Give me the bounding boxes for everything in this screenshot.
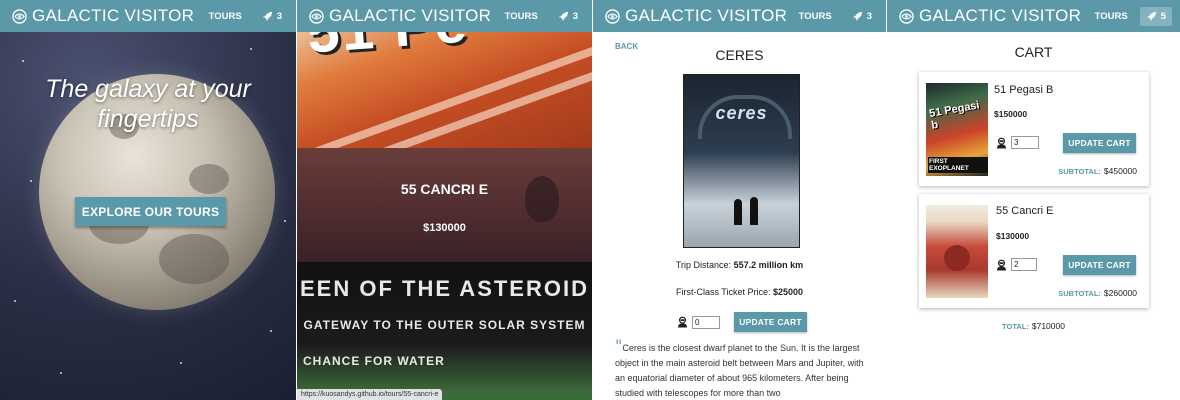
hero-headline: The galaxy at your fingertips bbox=[45, 75, 251, 133]
brand[interactable]: GALACTIC VISITOR bbox=[605, 6, 787, 26]
nav-tours-link[interactable]: TOURS bbox=[209, 11, 242, 22]
update-cart-button[interactable]: UPDATE CART bbox=[1063, 255, 1136, 275]
nav-cart-button[interactable]: 3 bbox=[852, 11, 872, 22]
tour-poster-image: ceres bbox=[683, 74, 800, 248]
item-subtotal: SUBTOTAL: $260000 bbox=[1058, 288, 1137, 298]
tours-panel: GALACTIC VISITOR TOURS 3 51 Pe 55 CANCRI… bbox=[297, 0, 592, 400]
cart-item: 55 Cancri E $130000 2 UPDATE CART SUBTOT… bbox=[919, 194, 1149, 308]
tour-description: "Ceres is the closest dwarf planet to th… bbox=[615, 336, 864, 399]
galaxy-logo-icon bbox=[899, 8, 914, 24]
brand-name: GALACTIC VISITOR bbox=[919, 6, 1082, 25]
nav-tours-link[interactable]: TOURS bbox=[799, 11, 832, 22]
cart-total: TOTAL: $710000 bbox=[1002, 321, 1065, 331]
quantity-input[interactable]: 0 bbox=[692, 315, 720, 329]
navbar: GALACTIC VISITOR TOURS 5 bbox=[887, 0, 1180, 32]
rocket-icon bbox=[558, 11, 568, 21]
rocket-icon bbox=[1146, 11, 1156, 21]
item-thumbnail bbox=[926, 205, 988, 298]
astronaut-icon bbox=[677, 316, 688, 328]
brand[interactable]: GALACTIC VISITOR bbox=[899, 6, 1081, 26]
thumbnail-text: 51 Pegasi b bbox=[928, 99, 981, 132]
brand-name: GALACTIC VISITOR bbox=[32, 6, 195, 25]
item-name: 51 Pegasi B bbox=[994, 84, 1054, 96]
poster-line: GATEWAY TO THE OUTER SOLAR SYSTEM bbox=[303, 318, 586, 332]
poster-title: ceres bbox=[715, 103, 768, 123]
brand-name: GALACTIC VISITOR bbox=[625, 6, 788, 25]
status-bar-url: https://kuosandys.github.io/tours/55-can… bbox=[297, 389, 443, 400]
quantity-row: 0 UPDATE CART bbox=[677, 312, 807, 332]
cart-panel: GALACTIC VISITOR TOURS 5 CART 51 Pegasi … bbox=[887, 0, 1180, 400]
rocket-icon bbox=[262, 11, 272, 21]
brand[interactable]: GALACTIC VISITOR bbox=[309, 6, 491, 26]
tour-price: $130000 bbox=[423, 222, 466, 234]
astronaut-icon bbox=[996, 137, 1007, 148]
explore-tours-button[interactable]: EXPLORE OUR TOURS bbox=[75, 197, 226, 226]
navbar: GALACTIC VISITOR TOURS 3 bbox=[593, 0, 886, 32]
quantity-input[interactable]: 3 bbox=[1011, 136, 1039, 149]
quantity-row: 3 bbox=[996, 136, 1039, 149]
tour-card-55-cancri-e[interactable]: 55 CANCRI E $130000 bbox=[297, 148, 592, 262]
cart-count: 3 bbox=[572, 10, 578, 22]
nav-tours-link[interactable]: TOURS bbox=[1095, 11, 1128, 22]
ticket-price: First-Class Ticket Price: $25000 bbox=[675, 287, 804, 297]
galaxy-logo-icon bbox=[605, 8, 620, 24]
detail-panel: GALACTIC VISITOR TOURS 3 BACK CERES cere… bbox=[593, 0, 886, 400]
cart-count: 5 bbox=[1160, 10, 1166, 22]
tour-card-ceres[interactable]: EEN OF THE ASTEROID GATEWAY TO THE OUTER… bbox=[297, 262, 592, 400]
poster-line: EEN OF THE ASTEROID bbox=[300, 276, 589, 301]
cart-title: CART bbox=[1014, 44, 1053, 60]
nav-cart-button[interactable]: 3 bbox=[262, 11, 282, 22]
nav-cart-button[interactable]: 5 bbox=[1139, 6, 1172, 26]
update-cart-button[interactable]: UPDATE CART bbox=[734, 312, 807, 332]
nav-tours-link[interactable]: TOURS bbox=[505, 11, 538, 22]
item-subtotal: SUBTOTAL: $450000 bbox=[1058, 166, 1137, 176]
rocket-icon bbox=[852, 11, 862, 21]
galaxy-logo-icon bbox=[12, 8, 27, 24]
cart-item: 51 Pegasi b FIRST EXOPLANET 51 Pegasi B … bbox=[919, 72, 1149, 186]
tour-name: 55 CANCRI E bbox=[400, 181, 489, 197]
item-name: 55 Cancri E bbox=[996, 205, 1054, 217]
quantity-input[interactable]: 2 bbox=[1011, 258, 1037, 271]
thumbnail-caption: FIRST EXOPLANET bbox=[928, 157, 988, 173]
cart-count: 3 bbox=[276, 10, 282, 22]
astronaut-icon bbox=[996, 259, 1007, 270]
tour-title: CERES bbox=[715, 47, 764, 63]
item-thumbnail: 51 Pegasi b FIRST EXOPLANET bbox=[926, 83, 988, 176]
poster-line: CHANCE FOR WATER bbox=[303, 354, 445, 368]
navbar: GALACTIC VISITOR TOURS 3 bbox=[0, 0, 296, 32]
item-price: $130000 bbox=[996, 231, 1030, 241]
cart-count: 3 bbox=[866, 10, 872, 22]
trip-distance: Trip Distance: 557.2 million km bbox=[675, 260, 804, 270]
brand-name: GALACTIC VISITOR bbox=[329, 6, 492, 25]
navbar: GALACTIC VISITOR TOURS 3 bbox=[297, 0, 592, 32]
home-panel: GALACTIC VISITOR TOURS 3 The galaxy at y… bbox=[0, 0, 296, 400]
update-cart-button[interactable]: UPDATE CART bbox=[1063, 133, 1136, 153]
item-price: $150000 bbox=[994, 109, 1028, 119]
brand[interactable]: GALACTIC VISITOR bbox=[12, 6, 194, 26]
quantity-row: 2 bbox=[996, 258, 1037, 271]
nav-cart-button[interactable]: 3 bbox=[558, 11, 578, 22]
galaxy-logo-icon bbox=[309, 8, 324, 24]
